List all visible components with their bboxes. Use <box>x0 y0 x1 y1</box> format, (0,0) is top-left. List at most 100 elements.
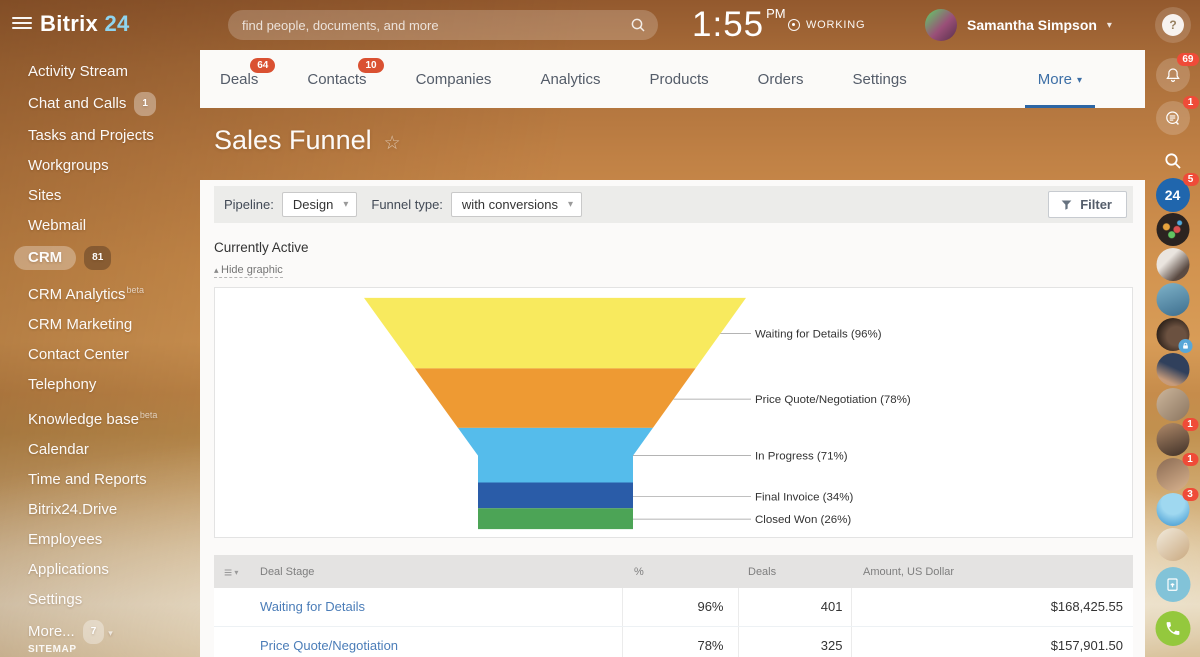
column-header-percent[interactable]: % <box>622 555 738 588</box>
table-row: Waiting for Details96%401$168,425.55 <box>214 588 1133 626</box>
nav-tab-more[interactable]: More <box>1038 50 1082 108</box>
sidebar-item-calendar[interactable]: Calendar <box>28 440 200 460</box>
funnel-stage-label: Closed Won (26%) <box>755 514 851 526</box>
sidebar-item-workgroups[interactable]: Workgroups <box>28 156 200 176</box>
main-area: Deals64 Contacts10 Companies Analytics Produ… <box>200 50 1145 657</box>
help-button[interactable]: ? <box>1162 14 1184 36</box>
rail-search-button[interactable] <box>1160 148 1186 174</box>
filter-bar: Pipeline: Design Funnel type: with conve… <box>214 186 1133 223</box>
chat-lines-icon <box>1163 109 1182 128</box>
filter-button[interactable]: Filter <box>1048 191 1127 218</box>
avatar-blurred[interactable] <box>1156 388 1189 421</box>
menu-hamburger-icon[interactable] <box>12 17 32 33</box>
user-menu[interactable]: Samantha Simpson ▾ <box>925 9 1112 41</box>
table-row: Price Quote/Negotiation78%325$157,901.50 <box>214 626 1133 657</box>
nav-tab-deals[interactable]: Deals64 <box>220 71 258 88</box>
notification-badge: 5 <box>1183 173 1199 186</box>
pipeline-select[interactable]: Design <box>282 192 358 217</box>
sidebar-item-webmail[interactable]: Webmail <box>28 216 200 236</box>
sitemap-link[interactable]: SITEMAP <box>28 644 77 655</box>
row-icon-cell <box>214 588 250 626</box>
sidebar-item-tasks-and-projects[interactable]: Tasks and Projects <box>28 126 200 146</box>
funnel-segment-3[interactable] <box>458 428 653 483</box>
sidebar-item-label: Chat and Calls <box>28 95 126 112</box>
deal-stage-link[interactable]: Price Quote/Negotiation <box>250 626 622 657</box>
lock-icon <box>1178 339 1192 353</box>
sidebar-item-contact-center[interactable]: Contact Center <box>28 345 200 365</box>
funnel-segment-5[interactable] <box>478 508 633 529</box>
nav-tab-contacts[interactable]: Contacts10 <box>307 71 366 88</box>
search-input[interactable] <box>242 18 630 33</box>
favorite-star-icon[interactable]: ☆ <box>384 132 401 155</box>
avatar-woman-arm[interactable] <box>1156 353 1189 386</box>
nav-tab-analytics[interactable]: Analytics <box>540 71 600 88</box>
chevron-down-icon: ▾ <box>108 628 113 638</box>
nav-tab-products[interactable]: Products <box>649 71 708 88</box>
work-clock[interactable]: 1:55PM <box>692 5 786 45</box>
funnel-segment-1[interactable] <box>364 298 746 368</box>
avatar-blue-person[interactable] <box>1156 283 1189 316</box>
column-header-amount[interactable]: Amount, US Dollar <box>851 555 1133 588</box>
table-header-row: ≡ Deal Stage % Deals Amount, US Dollar <box>214 555 1133 588</box>
sidebar-item-sites[interactable]: Sites <box>28 186 200 206</box>
avatar-phone-hand[interactable] <box>1156 318 1189 351</box>
left-sidebar: Activity Stream Chat and Calls1 Tasks and … <box>0 50 200 657</box>
hide-graphic-toggle[interactable]: Hide graphic <box>214 264 283 278</box>
funnel-segment-2[interactable] <box>415 368 696 428</box>
avatar-blond-man[interactable] <box>1156 528 1189 561</box>
working-status[interactable]: WORKING <box>788 19 865 31</box>
column-header-deals[interactable]: Deals <box>738 555 851 588</box>
bitrix24-logo[interactable]: Bitrix 24 <box>40 11 130 37</box>
screen-share-button[interactable] <box>1155 567 1190 602</box>
page-header: Sales Funnel☆ <box>200 108 1145 180</box>
nav-tab-companies[interactable]: Companies <box>416 71 492 88</box>
funnel-type-label: Funnel type: <box>371 197 443 212</box>
sidebar-item-crm-analytics[interactable]: CRM Analyticsbeta <box>28 280 200 305</box>
sidebar-item-label: Sites <box>28 187 61 204</box>
deal-stage-table: ≡ Deal Stage % Deals Amount, US Dollar W… <box>214 555 1133 657</box>
sidebar-item-label: CRM <box>14 246 76 270</box>
sidebar-item-employees[interactable]: Employees <box>28 530 200 550</box>
sidebar-item-settings[interactable]: Settings <box>28 590 200 610</box>
avatar-woman-dark[interactable] <box>1156 248 1189 281</box>
deal-stage-link[interactable]: Waiting for Details <box>250 588 622 626</box>
avatar-concert[interactable] <box>1156 213 1189 246</box>
sidebar-item-telephony[interactable]: Telephony <box>28 375 200 395</box>
sidebar-item-activity-stream[interactable]: Activity Stream <box>28 62 200 82</box>
avatar-woman[interactable]: 1 <box>1156 458 1189 491</box>
sidebar-item-more[interactable]: More...7▾ <box>28 620 200 644</box>
sidebar-item-applications[interactable]: Applications <box>28 560 200 580</box>
sidebar-item-crm-marketing[interactable]: CRM Marketing <box>28 315 200 335</box>
funnel-stage-label: In Progress (71%) <box>755 451 848 463</box>
nav-tab-orders[interactable]: Orders <box>758 71 804 88</box>
global-search[interactable] <box>228 10 658 40</box>
nav-tab-label: Analytics <box>540 71 600 88</box>
sidebar-item-label: Webmail <box>28 217 86 234</box>
table-settings-icon[interactable]: ≡ <box>224 564 238 580</box>
funnel-segment-4[interactable] <box>478 482 633 508</box>
avatar-man[interactable]: 1 <box>1156 423 1189 456</box>
call-button[interactable] <box>1155 611 1190 646</box>
funnel-type-select[interactable]: with conversions <box>451 192 582 217</box>
document-share-icon <box>1164 576 1182 594</box>
sidebar-item-crm[interactable]: CRM81 <box>28 246 200 270</box>
amount-value: $168,425.55 <box>851 588 1133 626</box>
sidebar-item-knowledge-base[interactable]: Knowledge basebeta <box>28 405 200 430</box>
sidebar-badge: 81 <box>84 246 111 270</box>
nav-tab-settings[interactable]: Settings <box>853 71 907 88</box>
section-heading: Currently Active <box>214 240 1133 255</box>
sidebar-item-chat-and-calls[interactable]: Chat and Calls1 <box>28 92 200 116</box>
funnel-filter-icon <box>1060 198 1073 211</box>
sidebar-item-bitrix24-drive[interactable]: Bitrix24.Drive <box>28 500 200 520</box>
sidebar-badge: 7 <box>83 620 105 644</box>
bitrix24-network-button[interactable]: 245 <box>1156 178 1190 212</box>
notifications-bell-button[interactable]: 69 <box>1156 58 1190 92</box>
notification-badge: 3 <box>1182 488 1198 501</box>
sidebar-item-time-and-reports[interactable]: Time and Reports <box>28 470 200 490</box>
notification-badge: 69 <box>1177 53 1198 66</box>
column-header-deal-stage[interactable]: Deal Stage <box>250 555 622 588</box>
user-name: Samantha Simpson <box>967 17 1097 33</box>
chat-notifications-button[interactable]: 1 <box>1156 101 1190 135</box>
avatar-beach[interactable]: 3 <box>1156 493 1189 526</box>
sidebar-item-label: CRM Marketing <box>28 316 132 333</box>
